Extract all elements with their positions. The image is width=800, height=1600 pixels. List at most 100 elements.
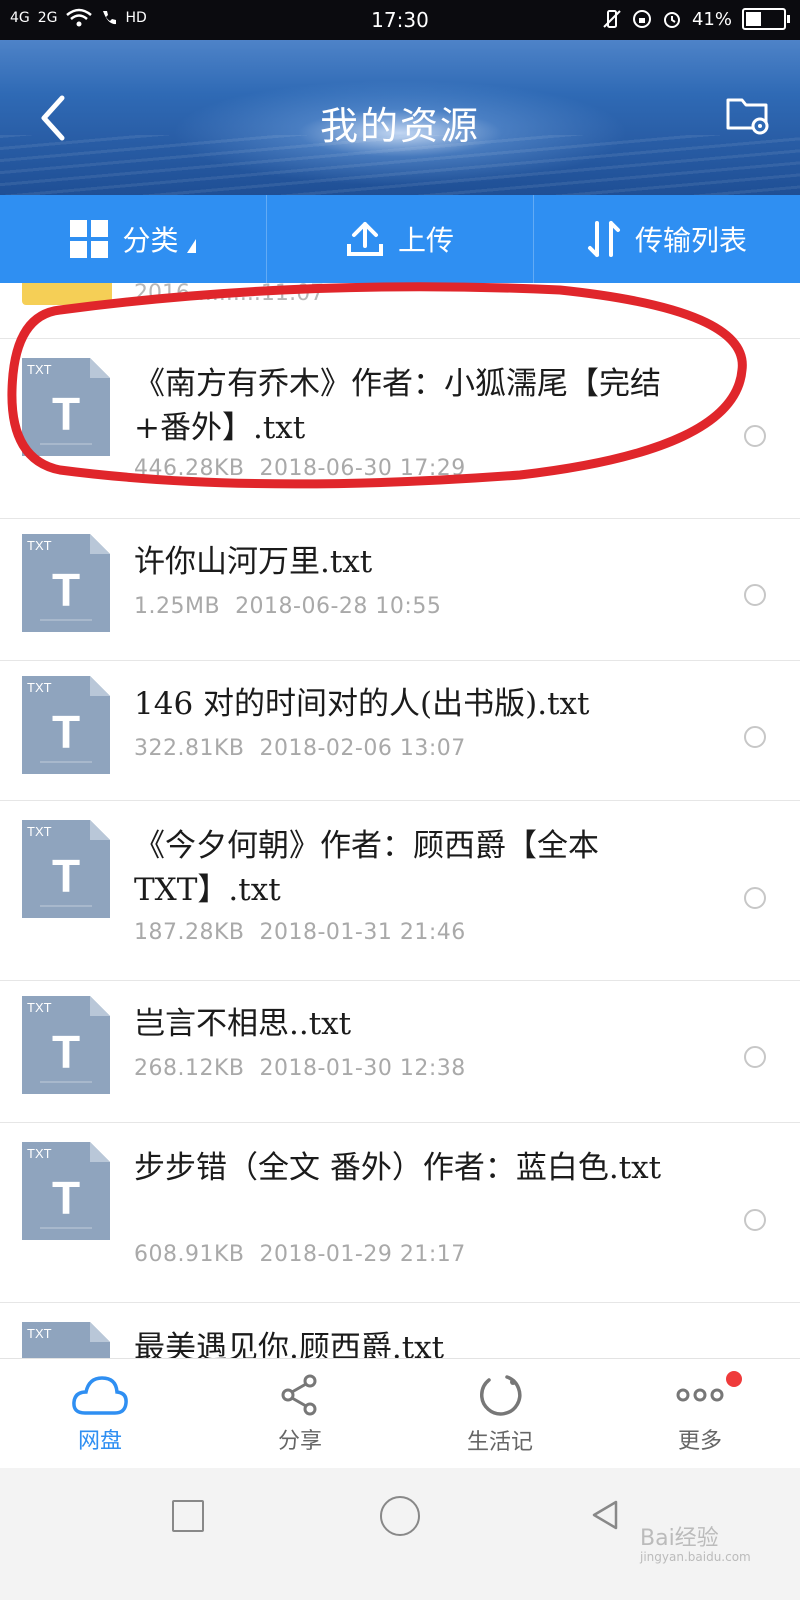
watermark-url: jingyan.baidu.com	[640, 1550, 751, 1564]
file-meta: 268.12KB 2018-01-30 12:38	[134, 1056, 466, 1081]
page-title: 我的资源	[319, 104, 480, 148]
category-label: 分类	[122, 224, 179, 257]
txt-badge: TXT	[27, 824, 52, 839]
file-size: 608.91KB	[134, 1242, 245, 1267]
grid-icon	[70, 220, 109, 258]
list-item[interactable]: TXT T 岂言不相思..txt 268.12KB 2018-01-30 12:38	[0, 980, 800, 1123]
status-bar: 4G 2G HD 17:30 41%	[0, 0, 800, 40]
battery-level	[746, 12, 761, 26]
tab-label: 分享	[277, 1429, 322, 1454]
category-button[interactable]: 分类	[0, 195, 267, 283]
txt-file-icon: TXTT	[22, 676, 110, 774]
select-radio[interactable]	[744, 887, 766, 909]
file-date: 2018-06-30 17:29	[259, 456, 466, 481]
list-item[interactable]: TXT T 《南方有乔木》作者：小狐濡尾【完结+番外】.txt 446.28KB 20…	[0, 338, 800, 519]
file-date: 2018-01-31 21:46	[259, 920, 466, 945]
transfer-arrows-icon	[587, 221, 620, 257]
recent-apps-button[interactable]	[172, 1500, 204, 1532]
file-meta: 446.28KB 2018-06-30 17:29	[134, 456, 466, 481]
file-date: 2018-06-28 10:55	[235, 594, 442, 619]
upload-button[interactable]: 上传	[267, 195, 534, 283]
transfer-list-button[interactable]: 传输列表	[534, 195, 800, 283]
txt-file-icon: TXTT	[22, 1142, 110, 1240]
file-size: 268.12KB	[134, 1056, 245, 1081]
txt-letter: T	[52, 1026, 80, 1078]
cloud-icon	[72, 1376, 128, 1415]
battery-percent: 41%	[691, 8, 732, 30]
select-radio[interactable]	[744, 1046, 766, 1068]
battery-icon	[742, 8, 790, 30]
upload-label: 上传	[397, 224, 454, 257]
tab-more[interactable]: 更多	[600, 1359, 800, 1469]
file-meta: 608.91KB 2018-01-29 21:17	[134, 1242, 466, 1267]
file-size: 446.28KB	[134, 456, 245, 481]
file-meta: 1.25MB 2018-06-28 10:55	[134, 594, 441, 619]
file-name: 岂言不相思..txt	[134, 1006, 352, 1042]
list-item[interactable]: 2016-.........11:07	[0, 283, 800, 339]
txt-badge: TXT	[27, 538, 52, 553]
watermark: Bai经验	[640, 1526, 719, 1551]
system-nav-bar: Bai经验 jingyan.baidu.com	[0, 1468, 800, 1600]
txt-badge: TXT	[27, 362, 52, 377]
txt-file-icon: TXTT	[22, 358, 110, 456]
list-item[interactable]: TXT T 步步错（全文 番外）作者：蓝白色.txt 608.91KB 2018-01…	[0, 1122, 800, 1303]
txt-letter: T	[52, 388, 80, 440]
bottom-tab-bar: 网盘 分享 生活记 更多	[0, 1358, 800, 1469]
txt-letter: T	[52, 1172, 80, 1224]
tab-life-record[interactable]: 生活记	[400, 1359, 600, 1469]
life-record-icon	[480, 1375, 522, 1416]
select-radio[interactable]	[744, 1209, 766, 1231]
file-size: 1.25MB	[134, 594, 221, 619]
alarm-icon	[663, 12, 680, 28]
tab-share[interactable]: 分享	[200, 1359, 400, 1469]
list-item[interactable]: TXT T 《今夕何朝》作者：顾西爵【全本TXT】.txt 187.28KB 2018…	[0, 800, 800, 981]
file-name: 步步错（全文 番外）作者：蓝白色.txt	[134, 1150, 662, 1186]
upload-icon	[346, 222, 383, 256]
tab-label: 生活记	[466, 1430, 533, 1455]
share-icon	[281, 1374, 317, 1416]
txt-letter: T	[52, 564, 80, 616]
txt-letter: T	[52, 706, 80, 758]
transfer-list-label: 传输列表	[634, 224, 747, 257]
header: 我的资源	[0, 40, 800, 195]
file-name: 146 对的时间对的人(出书版).txt	[134, 686, 590, 722]
file-date: 2018-02-06 13:07	[259, 736, 466, 761]
nav-back-icon[interactable]	[588, 1498, 622, 1532]
file-list[interactable]: 2016-.........11:07 TXT T 《南方有乔木》作者：小狐濡尾【完…	[0, 283, 800, 1385]
rotation-lock-icon	[632, 10, 651, 28]
system-indicators: 41%	[602, 8, 790, 30]
file-meta: 187.28KB 2018-01-31 21:46	[134, 920, 466, 945]
file-date: 2018-01-29 21:17	[259, 1242, 466, 1267]
dropdown-caret-icon	[186, 239, 196, 253]
file-meta: 2016-.........11:07	[134, 283, 325, 306]
select-radio[interactable]	[744, 726, 766, 748]
txt-badge: TXT	[27, 1146, 52, 1161]
tab-netdisk[interactable]: 网盘	[0, 1359, 200, 1469]
txt-badge: TXT	[27, 680, 52, 695]
file-name: 许你山河万里.txt	[134, 544, 373, 580]
tab-label: 更多	[677, 1429, 722, 1454]
mute-vibrate-icon	[603, 10, 621, 28]
txt-letter: T	[52, 850, 80, 902]
more-icon	[676, 1388, 724, 1402]
file-size: 322.81KB	[134, 736, 245, 761]
select-radio[interactable]	[744, 425, 766, 447]
folder-settings-icon[interactable]	[724, 90, 772, 138]
txt-badge: TXT	[27, 1326, 52, 1341]
txt-file-icon: TXTT	[22, 534, 110, 632]
folder-icon	[22, 283, 112, 305]
file-name: 《今夕何朝》作者：顾西爵【全本TXT】.txt	[134, 828, 599, 908]
select-radio[interactable]	[744, 584, 766, 606]
file-name: 《南方有乔木》作者：小狐濡尾【完结+番外】.txt	[134, 366, 661, 446]
action-toolbar: 分类 上传 传输列表	[0, 195, 800, 283]
tab-label: 网盘	[77, 1429, 122, 1454]
home-button[interactable]	[380, 1496, 420, 1536]
file-meta: 322.81KB 2018-02-06 13:07	[134, 736, 466, 761]
list-item[interactable]: TXT T 许你山河万里.txt 1.25MB 2018-06-28 10:55	[0, 518, 800, 661]
txt-file-icon: TXTT	[22, 996, 110, 1094]
file-size: 187.28KB	[134, 920, 245, 945]
notification-dot	[726, 1371, 742, 1387]
file-date: 2018-01-30 12:38	[259, 1056, 466, 1081]
list-item[interactable]: TXT T 146 对的时间对的人(出书版).txt 322.81KB 2018-02…	[0, 660, 800, 801]
txt-file-icon: TXTT	[22, 820, 110, 918]
